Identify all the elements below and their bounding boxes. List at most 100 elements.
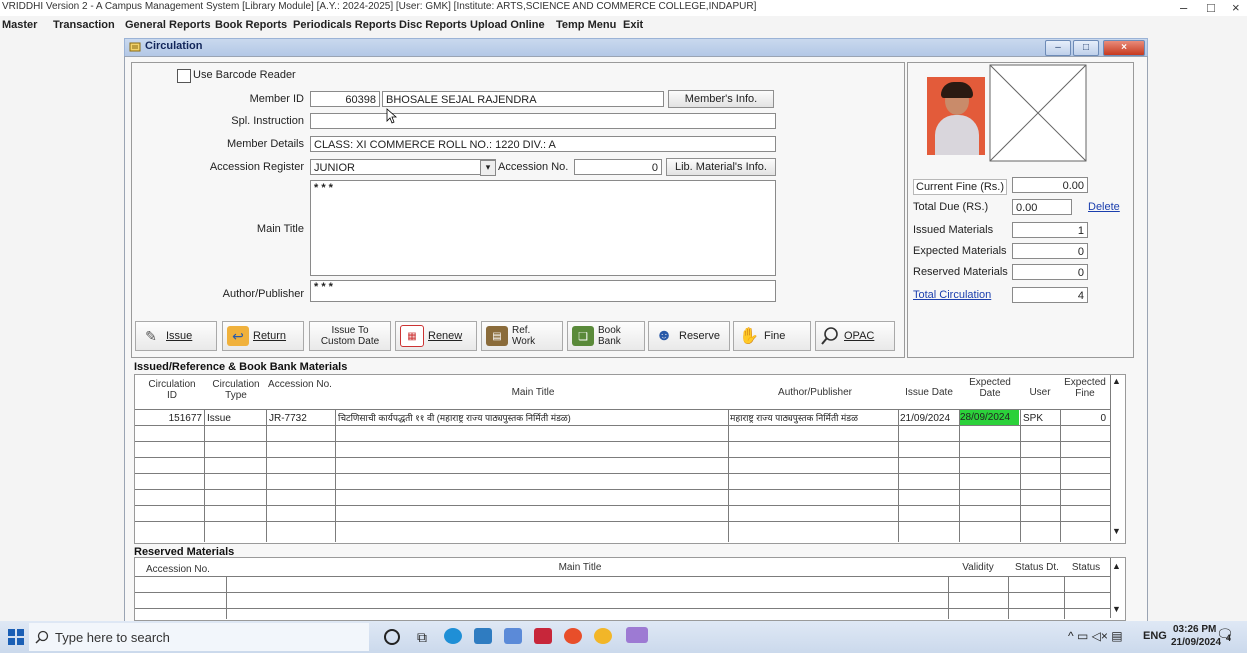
reserve-icon: ☻	[655, 327, 673, 344]
store-icon[interactable]	[504, 628, 522, 644]
row-expected-date: 28/09/2024	[960, 410, 1019, 425]
col-circulation-id: Circulation ID	[148, 379, 196, 401]
current-fine-value: 0.00	[1012, 177, 1088, 193]
reserved-scroll-down-icon[interactable]: ▼	[1112, 604, 1121, 614]
fine-button[interactable]: ✋ Fine	[733, 321, 811, 351]
menu-master[interactable]: Master	[2, 19, 37, 31]
total-due-label: Total Due (RS.)	[913, 201, 989, 213]
spl-instruction-input[interactable]	[310, 113, 776, 129]
grid-line	[135, 521, 1110, 522]
row-circulation-type: Issue	[207, 413, 231, 424]
expected-materials-value: 0	[1012, 243, 1088, 259]
member-name-field: BHOSALE SEJAL RAJENDRA	[382, 91, 664, 107]
cortana-icon[interactable]	[384, 629, 400, 645]
media-app-icon[interactable]	[534, 628, 552, 644]
reference-icon: ▤	[486, 326, 508, 346]
lib-material-info-button[interactable]: Lib. Material's Info.	[666, 158, 776, 176]
maximize-app-button[interactable]: □	[1207, 0, 1215, 15]
opac-button[interactable]: OPAC	[815, 321, 895, 351]
window-maximize-button[interactable]: □	[1073, 40, 1099, 56]
signature-placeholder-image	[989, 64, 1087, 162]
grid-line	[1110, 558, 1111, 618]
accession-register-select[interactable]: JUNIOR	[310, 159, 496, 175]
members-info-button[interactable]: Member's Info.	[668, 90, 774, 108]
chevron-down-icon[interactable]: ▾	[480, 160, 496, 176]
reserved-scroll-up-icon[interactable]: ▲	[1112, 561, 1121, 571]
issue-custom-date-button[interactable]: Issue To Custom Date	[309, 321, 391, 351]
minimize-app-button[interactable]: –	[1180, 0, 1187, 15]
expected-materials-label: Expected Materials	[913, 245, 1007, 257]
menu-periodicals-reports[interactable]: Periodicals Reports	[293, 19, 396, 31]
grid-line	[728, 409, 729, 542]
grid-line	[1110, 375, 1111, 541]
main-title-field: * * *	[310, 180, 776, 276]
window-minimize-button[interactable]: –	[1045, 40, 1071, 56]
reserve-button[interactable]: ☻ Reserve	[648, 321, 730, 351]
col-res-main-title: Main Title	[558, 562, 602, 573]
col-res-status: Status	[1071, 562, 1101, 573]
menu-general-reports[interactable]: General Reports	[125, 19, 211, 31]
grid-line	[135, 505, 1110, 506]
taskbar-search-box[interactable]: Type here to search	[29, 623, 369, 651]
barcode-label: Use Barcode Reader	[193, 69, 296, 81]
app-title-bar: VRIDDHI Version 2 - A Campus Management …	[0, 0, 1247, 16]
book-bank-icon: ❏	[572, 326, 594, 346]
task-view-icon[interactable]: ⧉	[414, 629, 430, 645]
total-circulation-link[interactable]: Total Circulation	[913, 289, 991, 301]
edge-browser-icon[interactable]	[444, 628, 462, 644]
window-close-button[interactable]: ×	[1103, 40, 1145, 56]
app-title: VRIDDHI Version 2 - A Campus Management …	[2, 1, 757, 12]
file-explorer-icon[interactable]	[474, 628, 492, 644]
row-expected-fine: 0	[1100, 413, 1106, 424]
grid-line	[135, 576, 1110, 577]
col-circulation-type: Circulation Type	[212, 379, 260, 401]
circulation-window-title: Circulation	[145, 40, 203, 52]
menu-temp-menu[interactable]: Temp Menu	[556, 19, 616, 31]
col-res-validity: Validity	[962, 562, 994, 573]
total-due-value: 0.00	[1012, 199, 1072, 215]
book-bank-label: Book Bank	[598, 325, 621, 347]
windows-start-icon[interactable]	[7, 628, 25, 646]
accession-no-input[interactable]: 0	[574, 159, 662, 175]
col-author-publisher: Author/Publisher	[778, 387, 852, 398]
menu-disc-reports[interactable]: Disc Reports	[399, 19, 467, 31]
row-user: SPK	[1023, 413, 1044, 424]
grid-line	[266, 409, 267, 542]
menu-book-reports[interactable]: Book Reports	[215, 19, 287, 31]
close-app-button[interactable]: ×	[1232, 0, 1240, 15]
grid-line	[135, 473, 1110, 474]
scroll-down-icon[interactable]: ▼	[1112, 526, 1121, 536]
scroll-up-icon[interactable]: ▲	[1112, 376, 1121, 386]
menu-transaction[interactable]: Transaction	[53, 19, 115, 31]
accession-register-value: JUNIOR	[314, 162, 355, 174]
barcode-checkbox[interactable]	[177, 69, 191, 83]
menu-exit[interactable]: Exit	[623, 19, 643, 31]
row-accession-no: JR-7732	[269, 413, 307, 424]
menu-upload-online[interactable]: Upload Online	[470, 19, 545, 31]
return-button[interactable]: ↩ Return	[222, 321, 304, 351]
row-author-publisher: महाराष्ट्र राज्य पाठ्यपुस्तक निर्मिती मं…	[730, 413, 858, 423]
book-bank-button[interactable]: ❏ Book Bank	[567, 321, 645, 351]
grid-line	[135, 457, 1110, 458]
language-indicator[interactable]: ENG	[1143, 630, 1167, 642]
vriddhi-app-icon[interactable]	[626, 627, 648, 643]
renew-button[interactable]: ▦ Renew	[395, 321, 477, 351]
member-id-input[interactable]: 60398	[310, 91, 380, 107]
grid-line	[1064, 576, 1065, 619]
delete-link[interactable]: Delete	[1088, 201, 1120, 213]
search-icon	[35, 630, 49, 644]
reserve-label: Reserve	[679, 330, 720, 342]
grid-line	[1008, 576, 1009, 619]
chrome-icon[interactable]	[594, 628, 612, 644]
grid-line	[898, 409, 899, 542]
col-accession-no: Accession No.	[268, 379, 332, 390]
reference-work-button[interactable]: ▤ Ref. Work	[481, 321, 563, 351]
reserved-materials-value: 0	[1012, 264, 1088, 280]
issued-materials-value: 1	[1012, 222, 1088, 238]
issue-button[interactable]: ✎ Issue	[135, 321, 217, 351]
total-circulation-value: 4	[1012, 287, 1088, 303]
author-publisher-label: Author/Publisher	[222, 288, 304, 300]
firefox-icon[interactable]	[564, 628, 582, 644]
notification-center-icon[interactable]: 🗨 4	[1216, 626, 1236, 646]
system-tray-icons[interactable]: ^ ▭ ◁× ▤	[1068, 629, 1123, 643]
